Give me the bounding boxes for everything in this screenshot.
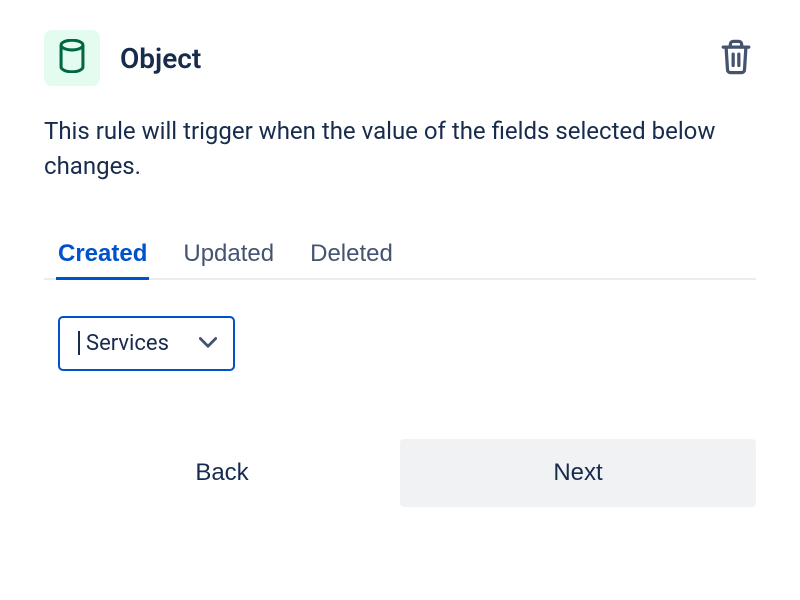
- header-row: Object: [44, 30, 756, 86]
- tab-created[interactable]: Created: [58, 240, 147, 278]
- page-title: Object: [120, 42, 201, 75]
- next-button[interactable]: Next: [400, 439, 756, 507]
- chevron-down-icon: [199, 337, 217, 349]
- description-text: This rule will trigger when the value of…: [44, 114, 756, 184]
- back-button[interactable]: Back: [44, 439, 400, 507]
- tabs-container: Created Updated Deleted: [44, 240, 756, 280]
- delete-button[interactable]: [716, 38, 756, 78]
- object-type-select[interactable]: Services: [58, 316, 235, 371]
- tab-deleted[interactable]: Deleted: [310, 240, 393, 278]
- text-cursor: [78, 331, 80, 355]
- button-row: Back Next: [44, 439, 756, 507]
- select-value: Services: [78, 331, 169, 356]
- database-icon: [57, 39, 87, 77]
- trash-icon: [719, 38, 753, 79]
- header-left: Object: [44, 30, 201, 86]
- select-value-text: Services: [86, 331, 169, 356]
- object-icon-box: [44, 30, 100, 86]
- tab-updated[interactable]: Updated: [183, 240, 274, 278]
